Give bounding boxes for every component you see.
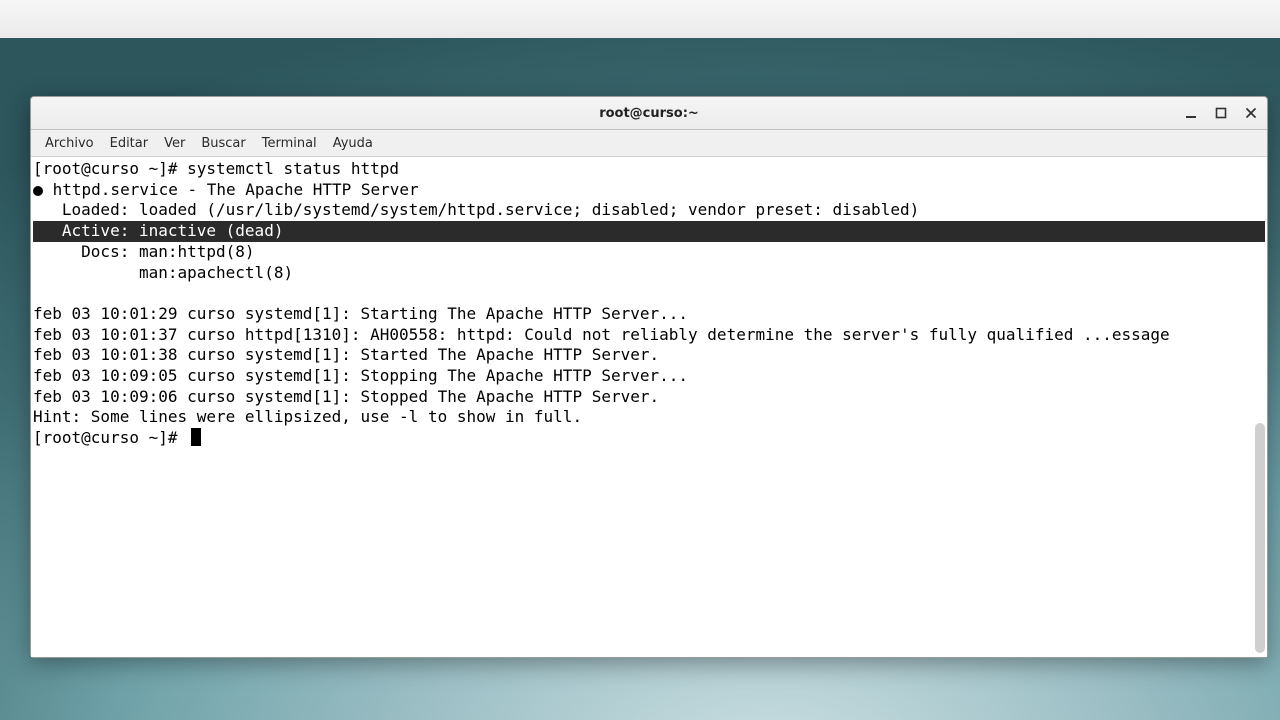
hint-line: Hint: Some lines were ellipsized, use -l… — [33, 407, 582, 426]
menu-terminal[interactable]: Terminal — [254, 133, 325, 154]
service-header: httpd.service - The Apache HTTP Server — [43, 180, 419, 199]
terminal-scrollbar[interactable] — [1255, 159, 1265, 655]
status-dot-icon — [33, 186, 43, 196]
window-minimize-button[interactable] — [1181, 103, 1201, 123]
top-panel — [0, 0, 1280, 39]
loaded-line: Loaded: loaded (/usr/lib/systemd/system/… — [33, 200, 919, 219]
command-text: systemctl status httpd — [187, 159, 399, 178]
prompt: [root@curso ~]# — [33, 428, 187, 447]
log-line: feb 03 10:01:29 curso systemd[1]: Starti… — [33, 304, 688, 323]
prompt: [root@curso ~]# — [33, 159, 187, 178]
log-line: feb 03 10:01:38 curso systemd[1]: Starte… — [33, 345, 659, 364]
terminal-window: root@curso:~ Archivo Editar Ver Buscar T… — [30, 96, 1268, 658]
log-line: feb 03 10:09:05 curso systemd[1]: Stoppi… — [33, 366, 688, 385]
menu-archivo[interactable]: Archivo — [37, 133, 102, 154]
menu-editar[interactable]: Editar — [102, 133, 157, 154]
desktop-background: root@curso:~ Archivo Editar Ver Buscar T… — [0, 38, 1280, 720]
window-title: root@curso:~ — [31, 106, 1267, 121]
active-line-highlighted: Active: inactive (dead) — [33, 221, 1265, 242]
terminal-viewport[interactable]: [root@curso ~]# systemctl status httpd h… — [31, 157, 1267, 657]
menubar: Archivo Editar Ver Buscar Terminal Ayuda — [31, 130, 1267, 157]
menu-ayuda[interactable]: Ayuda — [325, 133, 381, 154]
menu-buscar[interactable]: Buscar — [193, 133, 253, 154]
cursor-icon — [191, 428, 201, 446]
log-line: feb 03 10:09:06 curso systemd[1]: Stoppe… — [33, 387, 659, 406]
window-close-button[interactable] — [1241, 103, 1261, 123]
window-titlebar[interactable]: root@curso:~ — [31, 97, 1267, 130]
docs-line-2: man:apachectl(8) — [33, 263, 293, 282]
docs-line-1: Docs: man:httpd(8) — [33, 242, 255, 261]
minimize-icon — [1185, 107, 1197, 119]
log-line: feb 03 10:01:37 curso httpd[1310]: AH005… — [33, 325, 1170, 344]
scrollbar-thumb[interactable] — [1255, 423, 1265, 653]
window-maximize-button[interactable] — [1211, 103, 1231, 123]
maximize-icon — [1215, 107, 1227, 119]
terminal-output: [root@curso ~]# systemctl status httpd h… — [31, 157, 1267, 451]
close-icon — [1245, 107, 1257, 119]
menu-ver[interactable]: Ver — [156, 133, 193, 154]
